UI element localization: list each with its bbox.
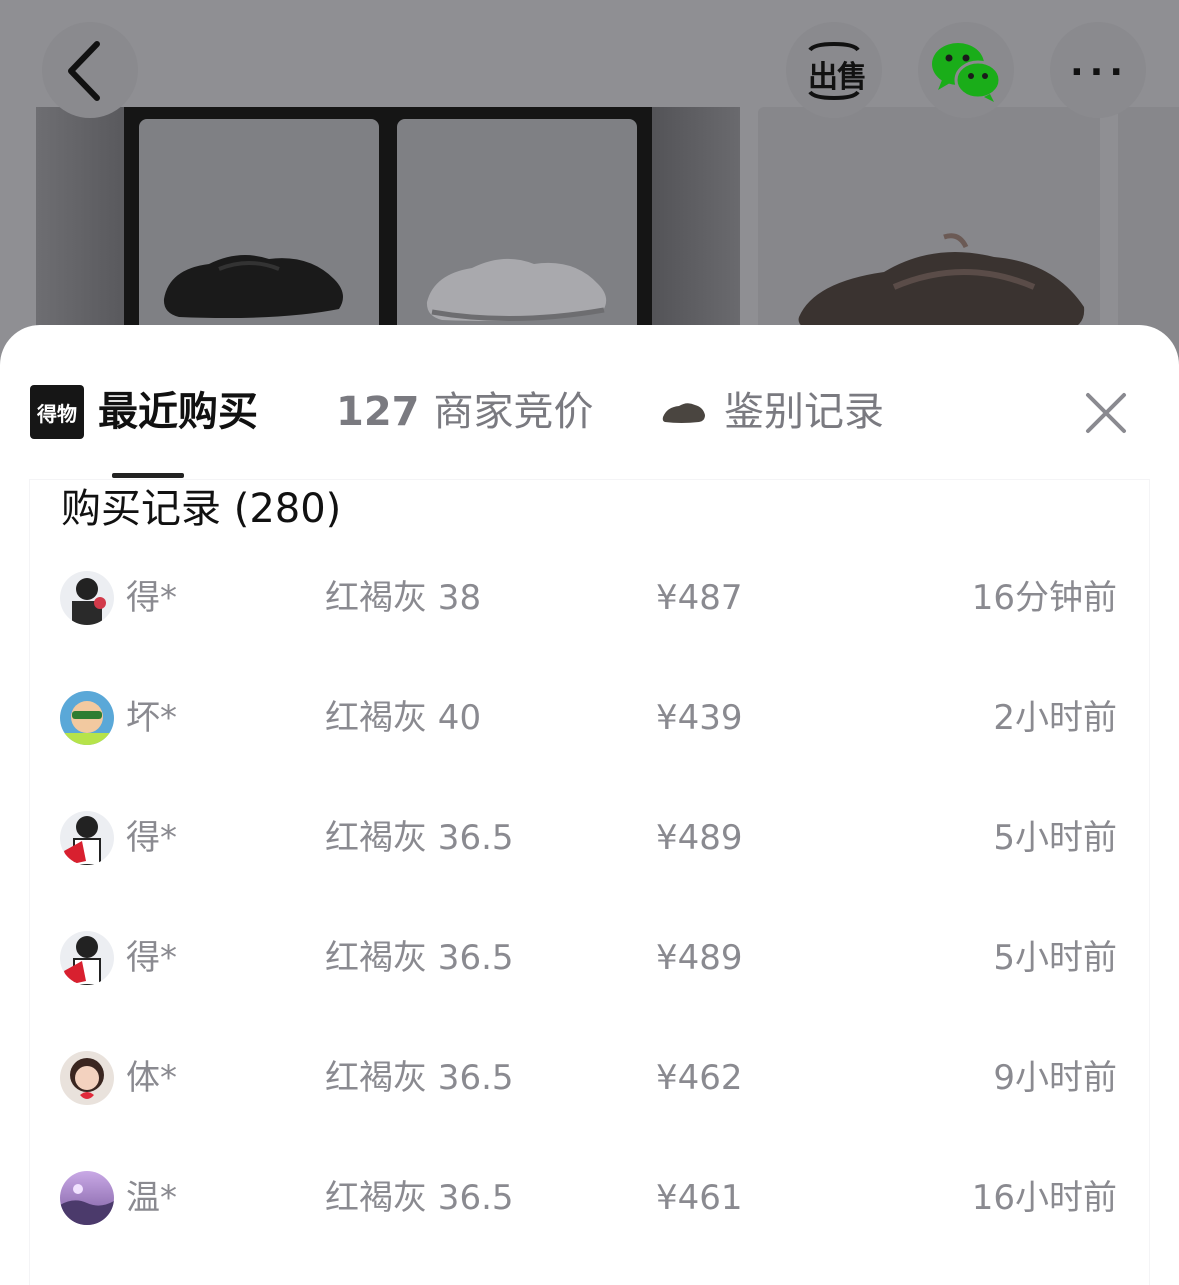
buyer-price: ¥461 xyxy=(656,1178,743,1218)
shoe-grey-icon xyxy=(426,258,607,321)
buyer-time: 16分钟前 xyxy=(971,578,1117,618)
buyer-time: 2小时前 xyxy=(993,698,1117,738)
buyer-spec: 红褐灰 36.5 xyxy=(325,818,514,858)
shoe-black-icon xyxy=(163,255,343,318)
buyer-name: 得* xyxy=(126,578,177,618)
purchase-records-list[interactable]: 购买记录 (280) 得* 红褐灰 38 ¥487 16分钟前 坏* 红褐灰 4… xyxy=(30,480,1149,1285)
table-row: 体* 红褐灰 36.5 ¥462 9小时前 xyxy=(30,1020,1149,1140)
product-image-black[interactable] xyxy=(139,119,379,359)
buyer-time: 5小时前 xyxy=(993,818,1117,858)
buyer-price: ¥462 xyxy=(656,1058,743,1098)
sell-label: 出售 xyxy=(808,60,867,95)
buyer-time: 16小时前 xyxy=(971,1178,1117,1218)
avatar xyxy=(60,571,114,625)
tab-authentication-records[interactable]: 鉴别记录 xyxy=(724,385,884,439)
buyer-spec: 红褐灰 40 xyxy=(325,698,482,738)
shoe-brown-icon xyxy=(798,233,1085,334)
dewu-logo: 得物 xyxy=(30,385,84,439)
wechat-icon xyxy=(932,43,1002,102)
table-row: 得* 红褐灰 36.5 ¥489 5小时前 xyxy=(30,900,1149,1020)
avatar xyxy=(60,931,114,985)
avatar xyxy=(60,691,114,745)
buyer-price: ¥489 xyxy=(656,818,743,858)
buyer-name: 温* xyxy=(126,1178,177,1218)
shoe-thumbnail-icon xyxy=(662,403,705,423)
purchase-sheet: 得物 最近购买 127 商家竞价 鉴别记录 购买记录 (280) 得* 红褐灰 3… xyxy=(0,325,1179,1285)
tab-recent-purchase[interactable]: 最近购买 xyxy=(98,385,258,439)
buyer-name: 得* xyxy=(126,818,177,858)
active-tab-indicator xyxy=(112,473,184,478)
buyer-price: ¥439 xyxy=(656,698,743,738)
buyer-price: ¥489 xyxy=(656,938,743,978)
table-row: 得* 红褐灰 36.5 ¥489 5小时前 xyxy=(30,780,1149,900)
buyer-spec: 红褐灰 36.5 xyxy=(325,938,514,978)
avatar xyxy=(60,811,114,865)
more-dots-icon: ··· xyxy=(1070,52,1130,93)
back-button[interactable] xyxy=(42,22,138,118)
wechat-share-button[interactable] xyxy=(918,22,1014,118)
table-row: 坏* 红褐灰 40 ¥439 2小时前 xyxy=(30,660,1149,780)
avatar xyxy=(60,1171,114,1225)
purchase-records-title: 购买记录 (280) xyxy=(61,486,342,532)
table-row: 温* 红褐灰 36.5 ¥461 16小时前 xyxy=(30,1140,1149,1260)
buyer-spec: 红褐灰 36.5 xyxy=(325,1178,514,1218)
buyer-spec: 红褐灰 38 xyxy=(325,578,482,618)
chevron-left-icon xyxy=(68,41,100,101)
product-image-grey[interactable] xyxy=(397,119,637,359)
sheet-tab-bar: 得物 最近购买 127 商家竞价 鉴别记录 xyxy=(0,325,1179,480)
buyer-name: 体* xyxy=(126,1058,177,1098)
buyer-name: 坏* xyxy=(126,698,177,738)
merchant-bid-count: 127 xyxy=(336,389,420,435)
table-row: 得* 红褐灰 38 ¥487 16分钟前 xyxy=(30,540,1149,660)
buyer-price: ¥487 xyxy=(656,578,743,618)
close-icon[interactable] xyxy=(1082,389,1130,437)
tab-merchant-bids[interactable]: 127 商家竞价 xyxy=(336,385,594,439)
sell-button[interactable]: 出售 xyxy=(786,22,882,118)
more-button[interactable]: ··· xyxy=(1050,22,1146,118)
avatar xyxy=(60,1051,114,1105)
buyer-spec: 红褐灰 36.5 xyxy=(325,1058,514,1098)
buyer-time: 5小时前 xyxy=(993,938,1117,978)
buyer-name: 得* xyxy=(126,938,177,978)
merchant-bid-label: 商家竞价 xyxy=(433,389,594,435)
buyer-time: 9小时前 xyxy=(993,1058,1117,1098)
